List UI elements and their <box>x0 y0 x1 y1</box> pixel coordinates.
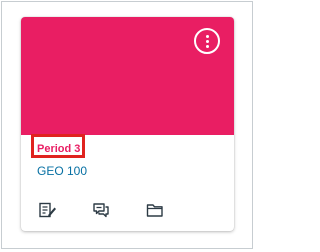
kebab-menu-icon[interactable] <box>194 28 220 54</box>
kebab-dot <box>205 35 209 38</box>
kebab-dot <box>205 45 209 48</box>
screenshot-frame: Period 3 GEO 100 <box>1 1 253 249</box>
kebab-dot <box>205 40 209 43</box>
assignments-icon[interactable] <box>38 201 58 219</box>
course-card[interactable]: Period 3 GEO 100 <box>21 17 234 231</box>
course-code-link[interactable]: GEO 100 <box>37 164 87 178</box>
discussions-icon[interactable] <box>91 201 111 219</box>
course-card-hero[interactable] <box>21 17 234 135</box>
course-term-label: Period 3 <box>37 143 81 155</box>
files-icon[interactable] <box>145 201 165 219</box>
course-card-actions <box>21 201 234 221</box>
